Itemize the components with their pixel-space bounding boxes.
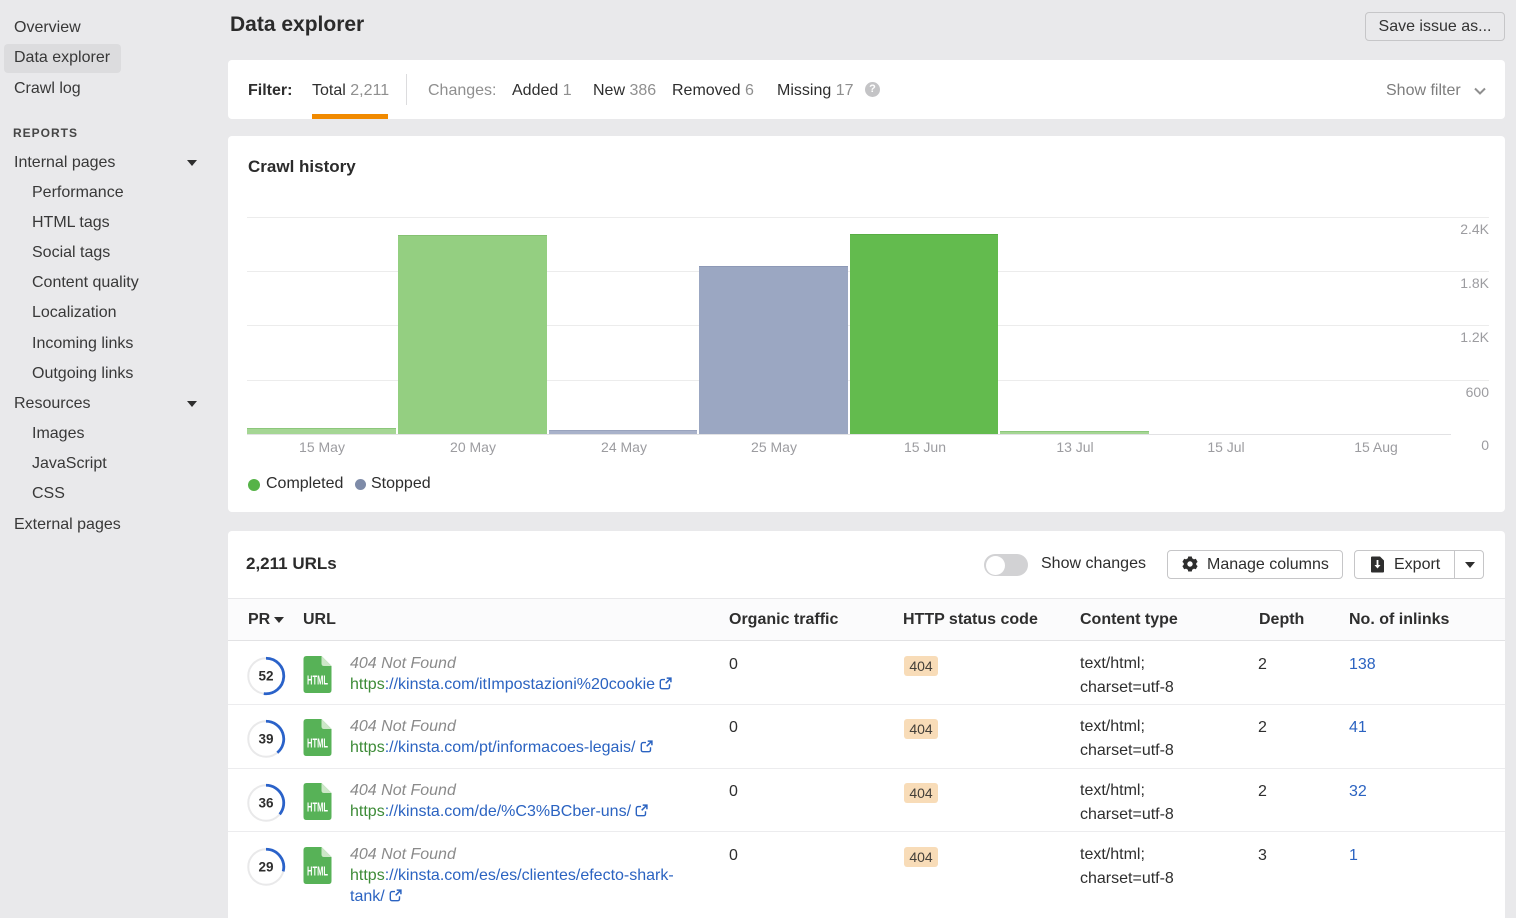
svg-text:HTML: HTML xyxy=(307,800,328,815)
svg-text:52: 52 xyxy=(258,669,273,684)
svg-text:HTML: HTML xyxy=(307,673,328,688)
svg-text:39: 39 xyxy=(258,732,273,747)
svg-text:HTML: HTML xyxy=(307,864,328,879)
svg-text:29: 29 xyxy=(258,860,273,875)
svg-text:36: 36 xyxy=(258,796,274,811)
svg-text:HTML: HTML xyxy=(307,736,328,751)
